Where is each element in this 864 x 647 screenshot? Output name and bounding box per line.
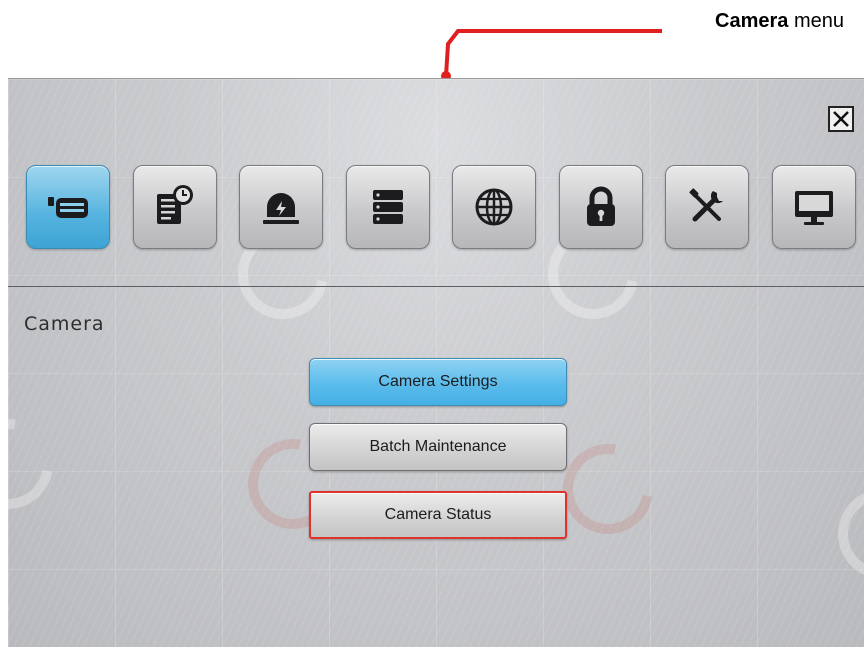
category-toolbar: [26, 165, 856, 249]
tab-camera[interactable]: [26, 165, 110, 249]
close-icon: [833, 111, 849, 127]
camera-settings-button[interactable]: Camera Settings: [309, 358, 567, 406]
tab-display[interactable]: [772, 165, 856, 249]
watermark-logo: [8, 401, 71, 527]
section-title: Camera: [24, 313, 105, 335]
lock-icon: [587, 186, 615, 226]
tab-security[interactable]: [559, 165, 643, 249]
display-icon: [795, 191, 833, 225]
watermark-logo: [820, 471, 864, 597]
batch-maintenance-button[interactable]: Batch Maintenance: [309, 423, 567, 471]
network-icon: [475, 188, 513, 226]
storage-icon: [373, 190, 403, 224]
camera-status-button[interactable]: Camera Status: [309, 491, 567, 539]
tools-icon: [689, 188, 723, 222]
alarm-icon: [263, 193, 299, 224]
close-button[interactable]: [828, 106, 854, 132]
tab-network[interactable]: [452, 165, 536, 249]
camera-menu-panel: Camera Camera Settings Batch Maintenance…: [8, 78, 864, 647]
schedule-icon: [157, 185, 193, 224]
tab-schedule[interactable]: [133, 165, 217, 249]
camera-icon: [48, 197, 88, 218]
callout-label: Camera menu: [715, 10, 844, 33]
tab-storage[interactable]: [346, 165, 430, 249]
tab-tools[interactable]: [665, 165, 749, 249]
callout-bold: Camera: [715, 10, 789, 32]
callout-rest: menu: [788, 10, 844, 32]
tab-alarm[interactable]: [239, 165, 323, 249]
section-divider: [8, 286, 864, 287]
screenshot-stage: Camera menu Camera Camera Settings Batch…: [0, 0, 864, 647]
